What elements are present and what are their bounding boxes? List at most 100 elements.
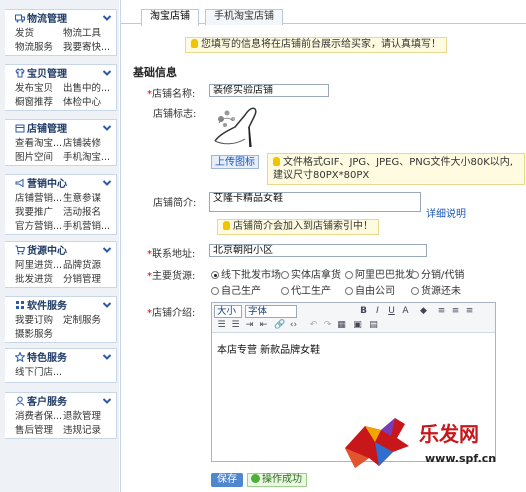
sidebar-link[interactable]: 发货 — [15, 27, 63, 41]
address-label: *联系地址: — [147, 249, 196, 260]
sidebar-link[interactable]: 图片空间 — [15, 151, 63, 165]
sidebar-link[interactable]: 生意参谋 — [63, 192, 111, 206]
tab-taobao-shop[interactable]: 淘宝店铺 — [141, 9, 199, 26]
megaphone-icon — [15, 178, 27, 190]
highlight-icon[interactable]: ◆ — [418, 306, 429, 317]
radio-icon — [211, 287, 219, 295]
shop-description-label: *店铺介绍: — [147, 308, 196, 319]
chevron-down-icon[interactable] — [102, 178, 112, 188]
sidebar-section-title[interactable]: 营销中心 — [15, 178, 67, 192]
sidebar-section: 客户服务 消费者保...退款管理 售后管理 违规记录 — [5, 392, 117, 439]
align-right-icon[interactable]: ≡ — [464, 306, 475, 317]
ordered-list-icon[interactable]: ☰ — [216, 320, 227, 331]
radio-icon — [411, 287, 419, 295]
supply-option-self-produced[interactable]: 自己生产 — [211, 282, 261, 297]
font-size-select[interactable]: 大小 — [214, 305, 242, 318]
sidebar-link[interactable]: 我要推广 — [15, 206, 63, 220]
sidebar-link[interactable]: 我要订购 — [15, 314, 63, 328]
font-family-select[interactable]: 字体 — [245, 305, 297, 318]
chevron-down-icon[interactable] — [102, 352, 112, 362]
italic-icon[interactable]: I — [372, 306, 383, 317]
sidebar-link[interactable]: 批发进货 — [15, 273, 63, 287]
sidebar-link[interactable]: 官方营销... — [15, 220, 63, 234]
shop-intro-textarea[interactable]: 艾隆卡精品女鞋 — [209, 192, 421, 212]
sidebar-link[interactable]: 体检中心 — [63, 96, 111, 110]
sidebar-link[interactable]: 违规记录 — [63, 424, 111, 438]
chevron-down-icon[interactable] — [102, 300, 112, 310]
tab-bar: 淘宝店铺 手机淘宝店铺 — [121, 6, 526, 26]
truck-icon — [15, 14, 27, 25]
sidebar-link[interactable]: 物流工具 — [63, 27, 111, 41]
supply-option-distribution[interactable]: 分销/代销 — [411, 266, 464, 281]
sidebar-section: 店铺管理 查看淘宝...店铺装修 图片空间 手机淘宝... — [5, 119, 117, 166]
outdent-icon[interactable]: ⇤ — [258, 320, 269, 331]
radio-icon — [345, 271, 353, 279]
upload-logo-button[interactable]: 上传图标 — [211, 155, 259, 169]
sidebar-link[interactable]: 定制服务 — [63, 314, 111, 328]
check-icon — [251, 474, 260, 483]
redo-icon[interactable]: ↷ — [322, 320, 333, 331]
supply-option-oem[interactable]: 代工生产 — [281, 282, 331, 297]
save-button[interactable]: 保存 — [211, 473, 243, 487]
supply-option-own-company[interactable]: 自由公司 — [345, 282, 395, 297]
sidebar-link[interactable]: 手机营销... — [63, 220, 111, 234]
editor-content[interactable]: 本店专营 新款品牌女鞋 — [217, 341, 320, 356]
sidebar-link[interactable]: 橱窗推荐 — [15, 96, 63, 110]
chevron-down-icon[interactable] — [102, 13, 112, 23]
sidebar-link[interactable]: 出售中的... — [63, 82, 111, 96]
bold-icon[interactable]: B — [358, 306, 369, 317]
star-icon — [15, 352, 27, 364]
source-code-icon[interactable]: ‹› — [288, 320, 299, 331]
sidebar-section-title[interactable]: 店铺管理 — [15, 123, 67, 137]
sidebar-link[interactable]: 阿里进货... — [15, 259, 63, 273]
sidebar-section-title[interactable]: 客户服务 — [15, 396, 67, 410]
sidebar-link[interactable]: 品牌货源 — [63, 259, 111, 273]
sidebar-link[interactable]: 查看淘宝... — [15, 137, 63, 151]
indent-icon[interactable]: ⇥ — [244, 320, 255, 331]
sidebar-link[interactable]: 消费者保... — [15, 410, 63, 424]
sidebar-link[interactable]: 退款管理 — [63, 410, 111, 424]
sidebar-link[interactable]: 店铺营销... — [15, 192, 63, 206]
undo-icon[interactable]: ↶ — [308, 320, 319, 331]
image-icon[interactable]: ▣ — [352, 320, 363, 331]
underline-icon[interactable]: U — [386, 306, 397, 317]
supply-option-alibaba[interactable]: 阿里巴巴批发 — [345, 266, 415, 281]
sidebar-section-title[interactable]: 特色服务 — [15, 352, 67, 366]
align-center-icon[interactable]: ≡ — [450, 306, 461, 317]
supply-option-wholesale-market[interactable]: 线下批发市场 — [211, 266, 281, 281]
intro-index-hint: 店铺简介会加入到店铺索引中！ — [217, 219, 379, 235]
detail-description-link[interactable]: 详细说明 — [426, 205, 466, 220]
sidebar-section: 营销中心 店铺营销...生意参谋 我要推广 活动报名 官方营销...手机营销... — [5, 174, 117, 235]
chevron-down-icon[interactable] — [102, 396, 112, 406]
sidebar-section: 宝贝管理 发布宝贝 出售中的... 橱窗推荐 体检中心 — [5, 64, 117, 111]
sidebar-section-title[interactable]: 软件服务 — [15, 300, 67, 314]
sidebar-link[interactable]: 我要寄快... — [63, 41, 111, 55]
insert-image-icon[interactable]: ▤ — [368, 320, 379, 331]
sidebar-link[interactable]: 店铺装修 — [63, 137, 111, 151]
sidebar-link[interactable]: 售后管理 — [15, 424, 63, 438]
address-input[interactable]: 北京朝阳小区 — [209, 244, 427, 257]
sidebar-link[interactable]: 分销管理 — [63, 273, 111, 287]
text-color-icon[interactable]: A — [400, 306, 411, 317]
sidebar-link[interactable]: 手机淘宝... — [63, 151, 111, 165]
unordered-list-icon[interactable]: ☰ — [230, 320, 241, 331]
sidebar-link[interactable]: 发布宝贝 — [15, 82, 63, 96]
supply-option-store-pickup[interactable]: 实体店拿货 — [281, 266, 341, 281]
sidebar-section-title[interactable]: 宝贝管理 — [15, 68, 67, 82]
sidebar-link[interactable]: 活动报名 — [63, 206, 111, 220]
sidebar-section-title[interactable]: 货源中心 — [15, 245, 67, 259]
sidebar-section-title[interactable]: 物流管理 — [15, 13, 67, 27]
chevron-down-icon[interactable] — [102, 123, 112, 133]
chevron-down-icon[interactable] — [102, 245, 112, 255]
sidebar-link[interactable]: 摄影服务 — [15, 328, 63, 342]
shop-name-input[interactable]: 装修实验店铺 — [209, 84, 329, 97]
sidebar-link[interactable]: 物流服务 — [15, 41, 63, 55]
supply-label: *主要货源: — [147, 271, 196, 282]
tab-mobile-taobao-shop[interactable]: 手机淘宝店铺 — [205, 9, 283, 25]
link-icon[interactable]: 🔗 — [274, 320, 285, 331]
align-left-icon[interactable]: ≡ — [436, 306, 447, 317]
supply-option-undecided[interactable]: 货源还未 — [411, 282, 461, 297]
sidebar-link[interactable]: 线下门店... — [15, 366, 63, 380]
table-icon[interactable]: ▦ — [336, 320, 347, 331]
chevron-down-icon[interactable] — [102, 68, 112, 78]
